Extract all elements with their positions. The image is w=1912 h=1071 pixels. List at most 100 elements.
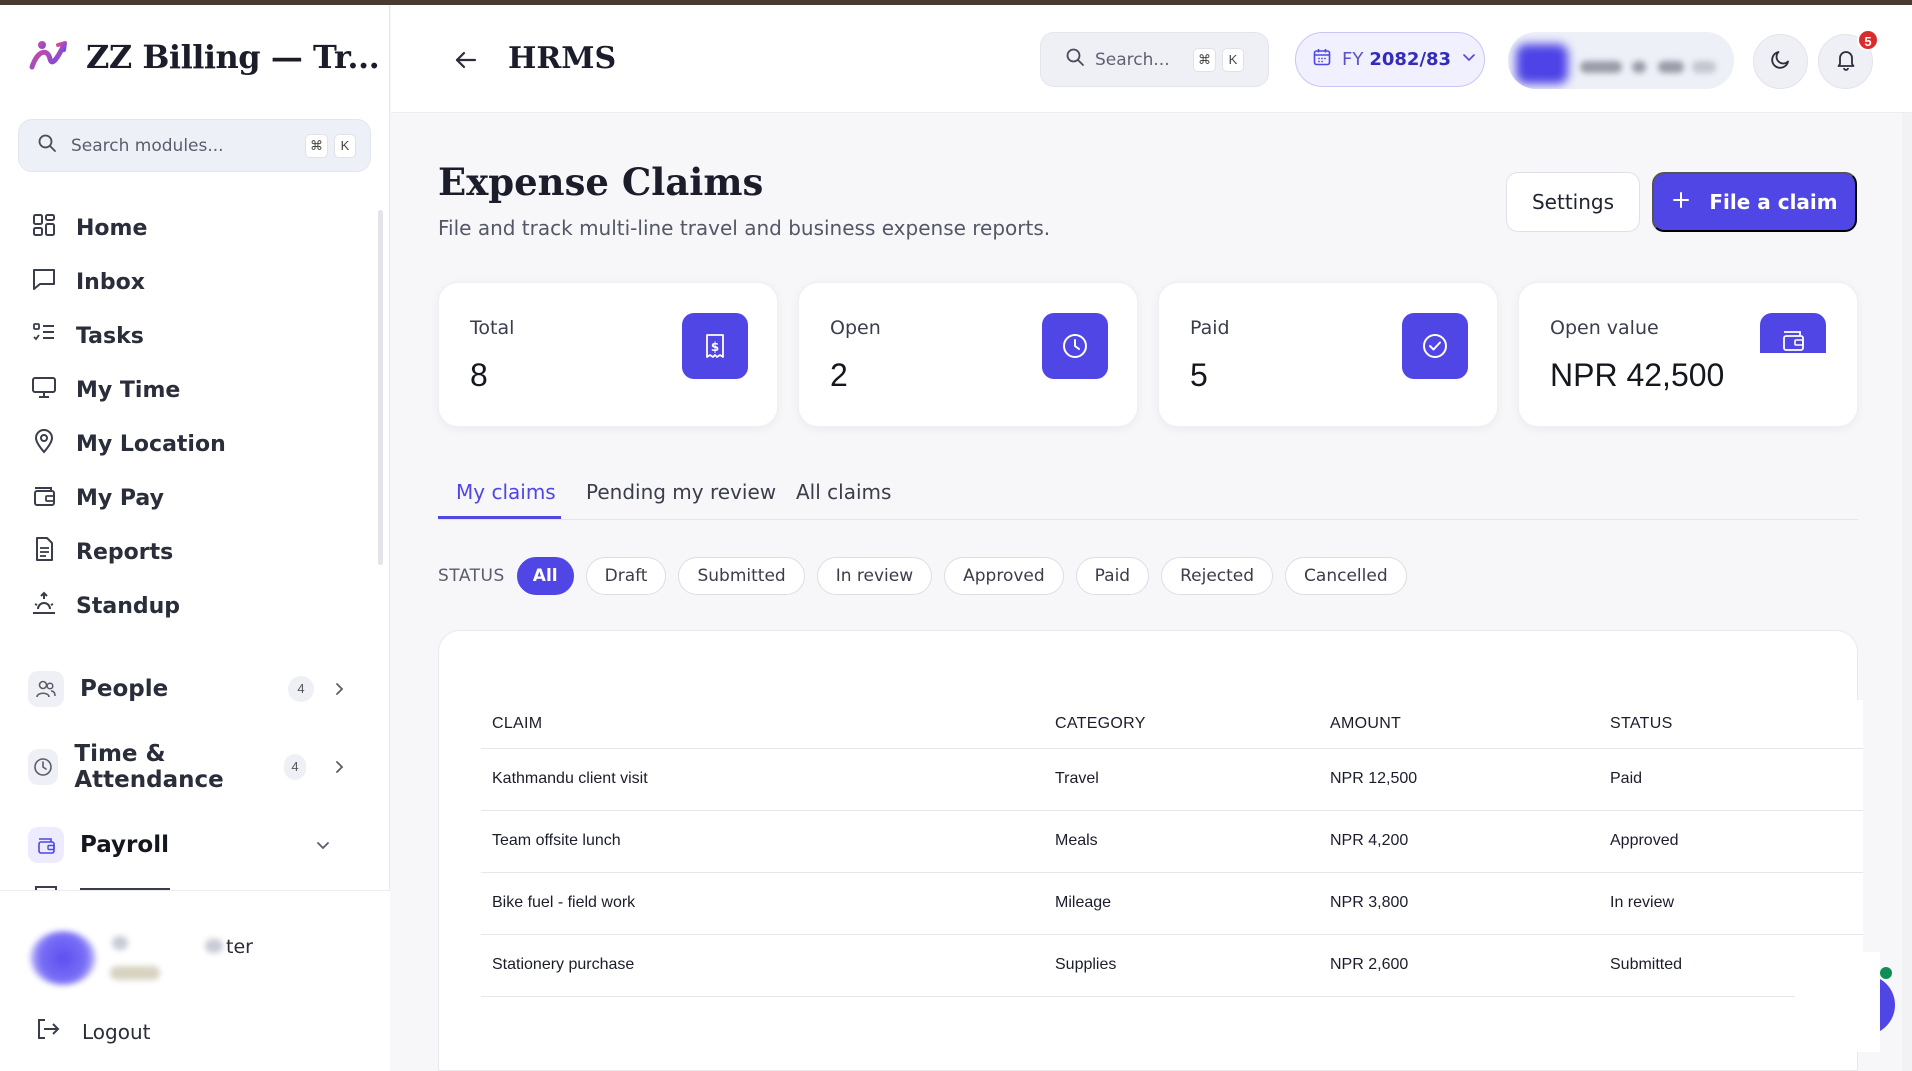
claim-name: Team offsite lunch: [481, 810, 1044, 873]
status-chip-submitted[interactable]: Submitted: [678, 557, 805, 595]
table-row[interactable]: Stationery purchase Supplies NPR 2,600 S…: [481, 934, 1863, 997]
tab-pending-my-review[interactable]: Pending my review: [586, 480, 776, 504]
stat-card-total: Total 8 $: [438, 282, 778, 427]
logout-icon: [34, 1015, 62, 1048]
module-search-input[interactable]: [71, 135, 291, 156]
stat-value: 2: [830, 357, 848, 393]
page-title: Expense Claims: [438, 160, 764, 204]
group-count-badge: 4: [288, 676, 314, 702]
user-role-redacted: [205, 939, 223, 953]
app-title: ZZ Billing — Tr...: [86, 37, 380, 76]
global-search-input[interactable]: [1095, 49, 1183, 70]
avatar[interactable]: [30, 931, 96, 985]
user-role: ter: [226, 936, 253, 958]
sidebar-item-my-pay[interactable]: My Pay: [30, 471, 360, 525]
claim-amount: NPR 2,600: [1319, 934, 1599, 997]
claim-status: In review: [1599, 872, 1863, 935]
sidebar-item-inbox[interactable]: Inbox: [30, 255, 360, 309]
global-search[interactable]: ⌘ K: [1040, 32, 1269, 87]
column-header-status[interactable]: STATUS: [1599, 700, 1863, 749]
sidebar-item-label: My Location: [76, 431, 226, 457]
stat-label: Total: [470, 317, 515, 339]
profile-menu[interactable]: [1508, 32, 1734, 89]
status-chip-cancelled[interactable]: Cancelled: [1285, 557, 1407, 595]
calendar-icon: [1312, 47, 1332, 72]
wallet-icon: [30, 481, 58, 515]
file-claim-button[interactable]: File a claim: [1652, 172, 1857, 232]
table-row[interactable]: Bike fuel - field work Mileage NPR 3,800…: [481, 872, 1863, 935]
stat-card-open: Open 2: [798, 282, 1138, 427]
sidebar-item-my-time[interactable]: My Time: [30, 363, 360, 417]
status-chip-in-review[interactable]: In review: [816, 557, 933, 595]
sidebar-item-label: Tasks: [76, 323, 144, 349]
sidebar-group-time-attendance[interactable]: Time & Attendance 4: [28, 741, 348, 793]
chevron-right-icon: [330, 680, 348, 698]
search-icon: [37, 133, 57, 158]
claim-amount: NPR 12,500: [1319, 748, 1599, 811]
search-icon: [1065, 47, 1085, 72]
claim-amount: NPR 3,800: [1319, 872, 1599, 935]
users-icon: [28, 671, 64, 707]
status-chip-approved[interactable]: Approved: [944, 557, 1064, 595]
file-claim-label: File a claim: [1709, 190, 1838, 214]
claim-status: Paid: [1599, 748, 1863, 811]
claim-amount: NPR 4,200: [1319, 810, 1599, 873]
plus-icon: [1671, 190, 1691, 215]
chevron-down-icon: [1461, 49, 1477, 70]
sidebar-overflow-item: [30, 880, 360, 890]
moon-icon: [1769, 47, 1793, 76]
document-icon: [30, 535, 58, 569]
tab-my-claims[interactable]: My claims: [456, 480, 556, 504]
column-header-category[interactable]: CATEGORY: [1044, 700, 1319, 749]
wallet-icon: [1760, 313, 1826, 353]
sidebar-group-label: Payroll: [80, 832, 169, 858]
sidebar-scrollbar[interactable]: [378, 210, 383, 565]
table-header-row: CLAIM CATEGORY AMOUNT STATUS: [481, 700, 1863, 749]
sidebar-group-payroll[interactable]: Payroll: [28, 821, 348, 869]
sidebar-item-my-location[interactable]: My Location: [30, 417, 360, 471]
sidebar-item-label: Reports: [76, 539, 174, 565]
fiscal-year-selector[interactable]: FY 2082/83: [1295, 32, 1485, 87]
table-row[interactable]: Team offsite lunch Meals NPR 4,200 Appro…: [481, 810, 1863, 873]
status-chip-draft[interactable]: Draft: [585, 557, 667, 595]
sidebar-search[interactable]: ⌘ K: [18, 119, 371, 172]
status-chip-all[interactable]: All: [516, 557, 574, 595]
claim-category: Meals: [1044, 810, 1319, 873]
sidebar-item-home[interactable]: Home: [30, 201, 360, 255]
app-logo-icon: [28, 37, 68, 76]
claim-name: Kathmandu client visit: [481, 748, 1044, 811]
active-tab-indicator: [438, 516, 561, 519]
clock-icon: [1042, 313, 1108, 379]
sidebar-item-reports[interactable]: Reports: [30, 525, 360, 579]
table-overlay-edge: [1795, 952, 1880, 1052]
receipt-icon: $: [682, 313, 748, 379]
status-chip-paid[interactable]: Paid: [1075, 557, 1150, 595]
back-arrow-icon[interactable]: [451, 45, 481, 75]
top-header: HRMS ⌘ K FY 2082/83 5: [391, 5, 1912, 113]
settings-button[interactable]: Settings: [1506, 172, 1640, 232]
column-header-amount[interactable]: AMOUNT: [1319, 700, 1599, 749]
stat-card-paid: Paid 5: [1158, 282, 1498, 427]
bell-icon: [1834, 47, 1858, 76]
claim-name: Stationery purchase: [481, 934, 1044, 997]
claim-category: Mileage: [1044, 872, 1319, 935]
tab-all-claims[interactable]: All claims: [796, 480, 891, 504]
sidebar: ZZ Billing — Tr... ⌘ K Home Inbox Tasks …: [0, 5, 390, 1071]
profile-name-redacted: [1692, 61, 1716, 73]
group-count-badge: 4: [284, 754, 307, 780]
column-header-claim[interactable]: CLAIM: [481, 700, 1044, 749]
table-row[interactable]: Kathmandu client visit Travel NPR 12,500…: [481, 748, 1863, 811]
logout-button[interactable]: Logout: [34, 1015, 150, 1048]
page-subtitle: File and track multi-line travel and bus…: [438, 216, 1051, 240]
claims-tabs: My claims Pending my review All claims: [438, 472, 1858, 520]
sidebar-group-label: Time & Attendance: [74, 741, 224, 793]
sidebar-item-standup[interactable]: Standup: [30, 579, 360, 633]
status-chip-rejected[interactable]: Rejected: [1161, 557, 1274, 595]
theme-toggle-button[interactable]: [1753, 34, 1808, 89]
sidebar-group-people[interactable]: People 4: [28, 665, 348, 713]
task-list-icon: [30, 319, 58, 353]
page-scrollbar[interactable]: [1902, 113, 1912, 1071]
brand[interactable]: ZZ Billing — Tr...: [28, 37, 380, 76]
sidebar-item-label: My Pay: [76, 485, 164, 511]
sidebar-item-tasks[interactable]: Tasks: [30, 309, 360, 363]
